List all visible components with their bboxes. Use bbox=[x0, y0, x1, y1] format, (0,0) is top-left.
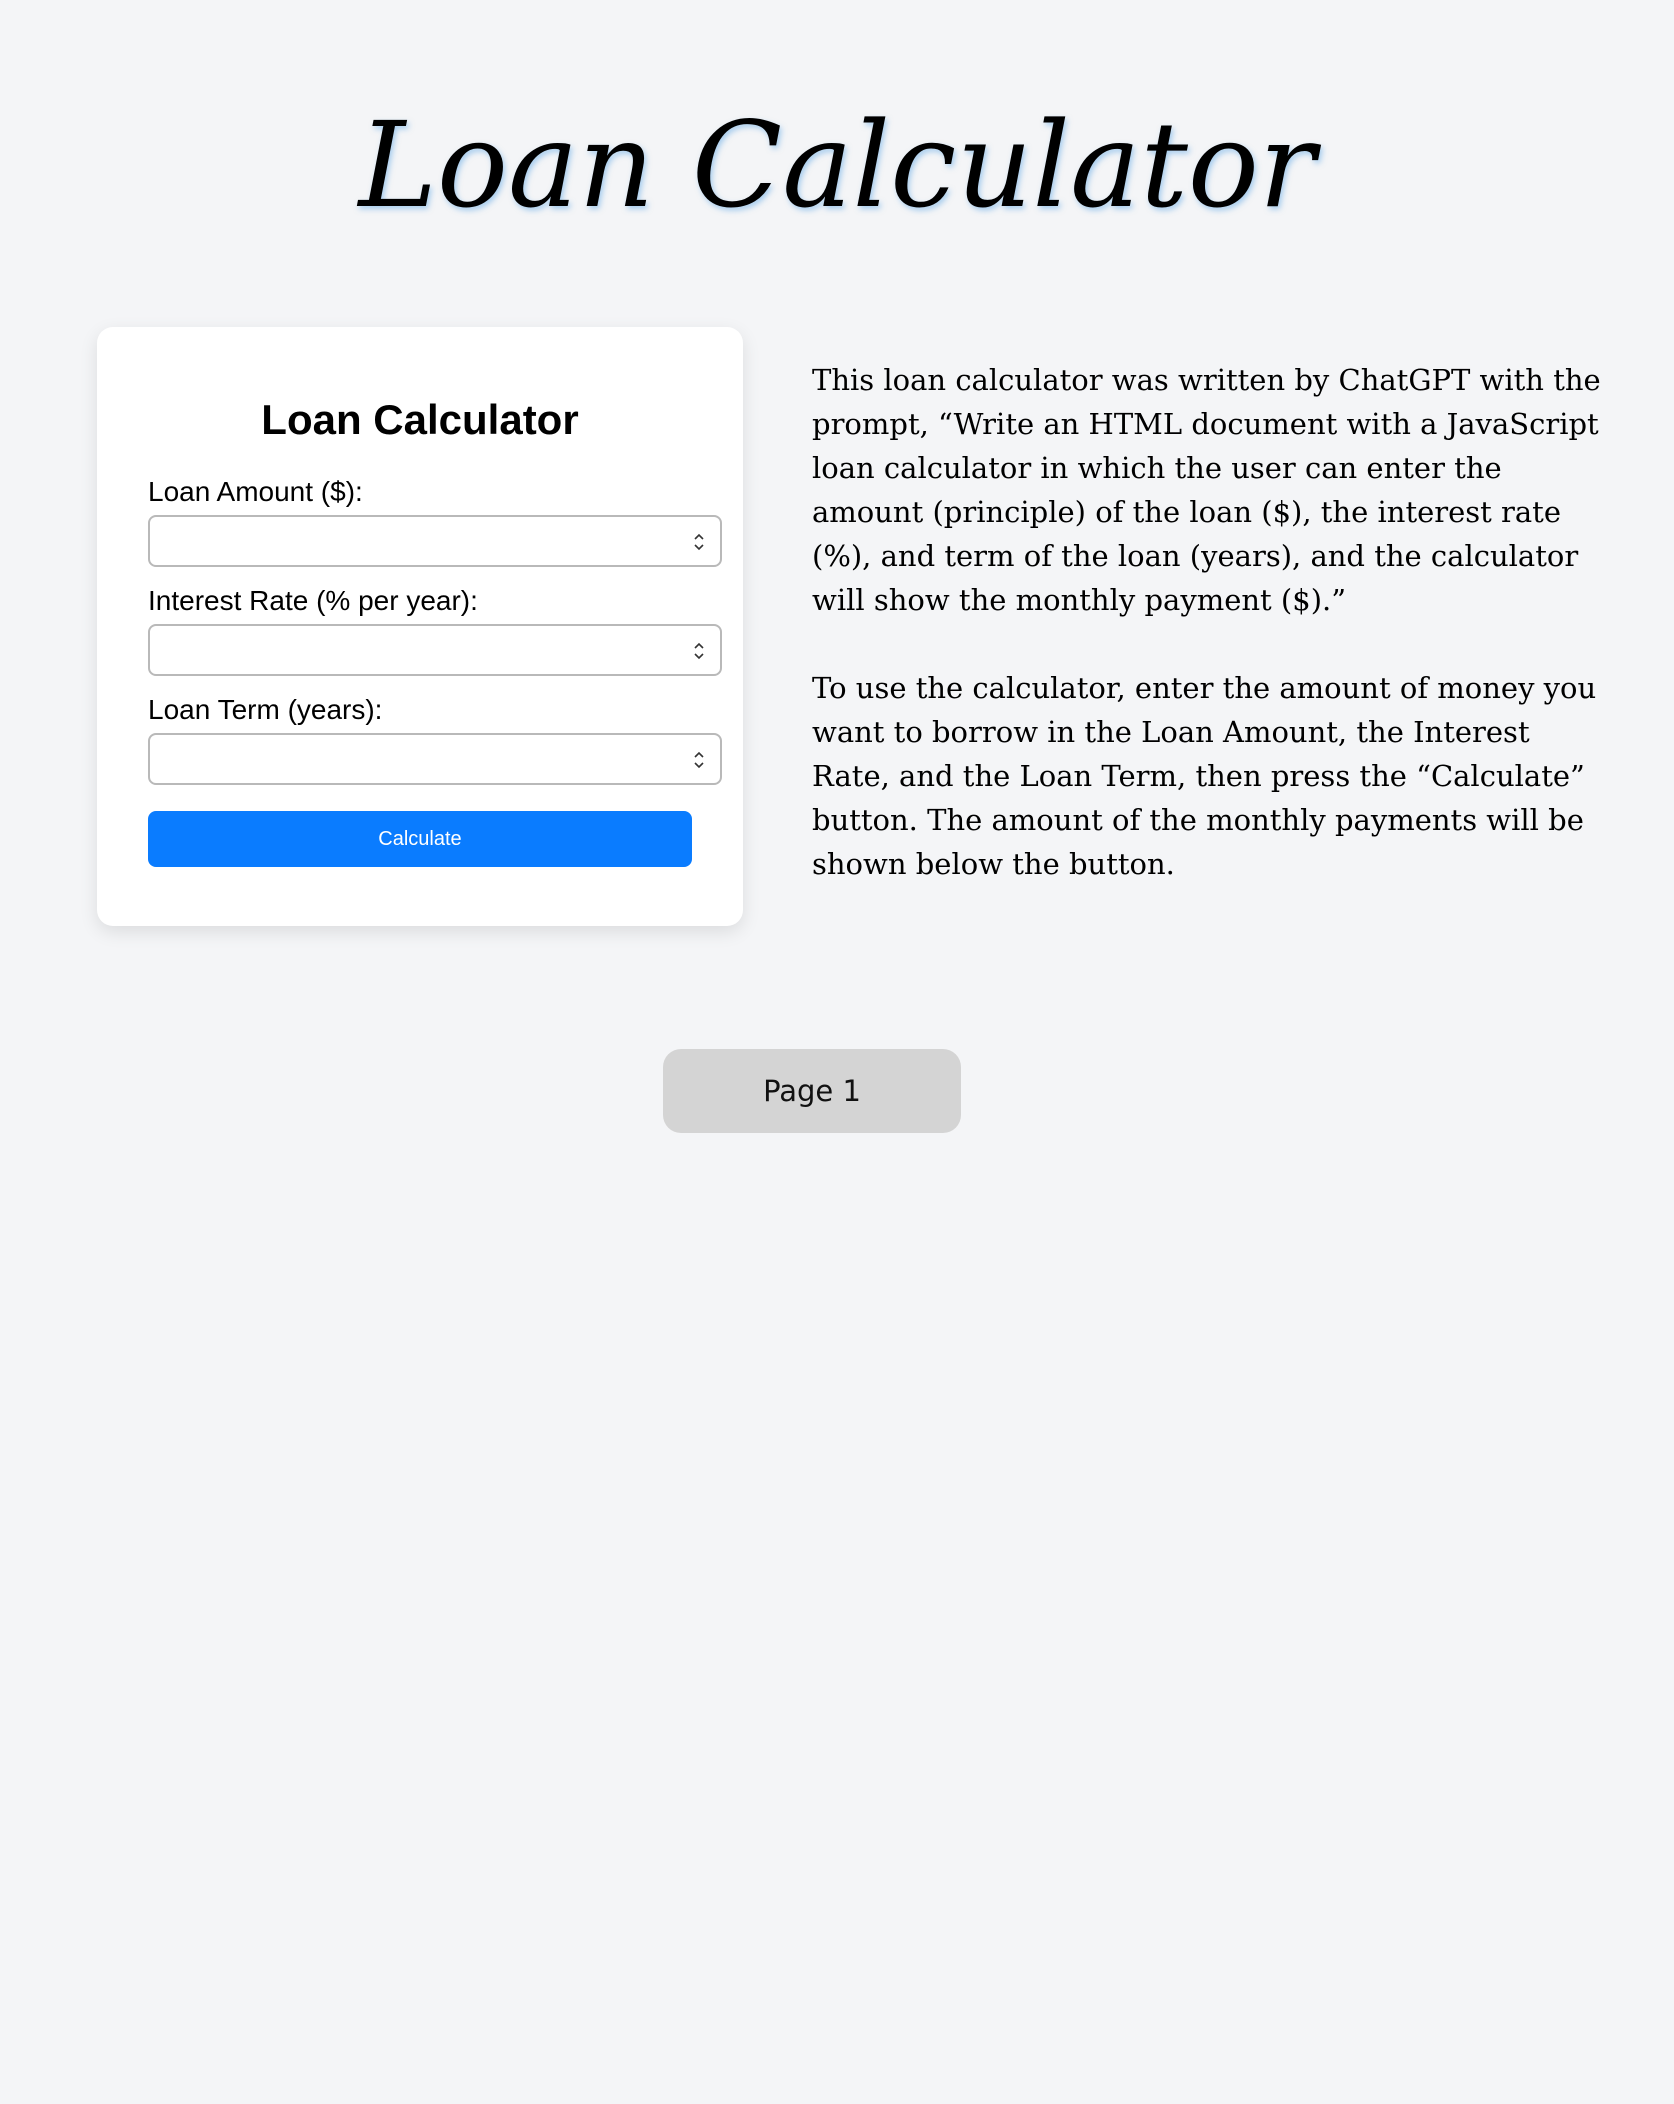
interest-rate-label: Interest Rate (% per year): bbox=[148, 585, 478, 616]
loan-term-label: Loan Term (years): bbox=[148, 694, 383, 725]
description-paragraph: This loan calculator was written by Chat… bbox=[812, 363, 1601, 617]
spinner-icon[interactable] bbox=[692, 748, 706, 772]
spinner-icon[interactable] bbox=[692, 530, 706, 554]
calculator-card: Loan Calculator Loan Amount ($): Interes… bbox=[97, 327, 743, 926]
loan-term-input[interactable] bbox=[148, 733, 722, 785]
calculate-button[interactable]: Calculate bbox=[148, 811, 692, 867]
loan-amount-label: Loan Amount ($): bbox=[148, 476, 363, 507]
description-paragraph: To use the calculator, enter the amount … bbox=[812, 671, 1597, 881]
spinner-icon[interactable] bbox=[692, 639, 706, 663]
loan-amount-input[interactable] bbox=[148, 515, 722, 567]
interest-rate-input[interactable] bbox=[148, 624, 722, 676]
page-title: Loan Calculator bbox=[358, 96, 1316, 234]
description-text: This loan calculator was written by Chat… bbox=[812, 358, 1612, 930]
page-indicator[interactable]: Page 1 bbox=[663, 1049, 961, 1133]
calculator-title: Loan Calculator bbox=[261, 396, 579, 443]
